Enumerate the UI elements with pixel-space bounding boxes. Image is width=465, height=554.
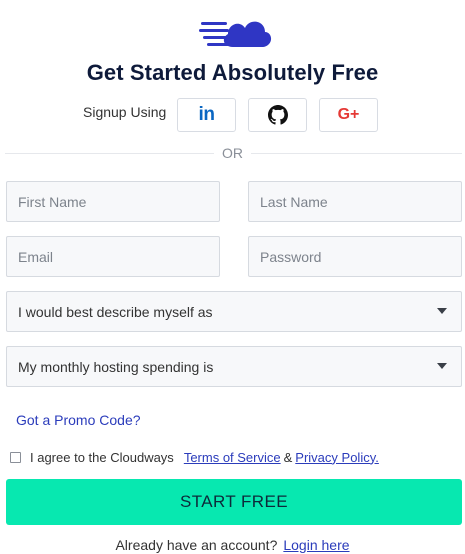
terms-agreement-row: I agree to the Cloudways Terms of Servic… xyxy=(10,449,379,465)
email-field[interactable] xyxy=(6,236,220,277)
caret-down-icon xyxy=(437,363,447,369)
github-signup-button[interactable] xyxy=(248,98,307,132)
github-icon xyxy=(267,105,288,125)
or-divider: OR xyxy=(0,145,465,161)
hosting-spending-select[interactable]: My monthly hosting spending is xyxy=(6,346,462,387)
privacy-policy-link[interactable]: Privacy Policy. xyxy=(295,450,379,465)
login-prompt: Already have an account? Login here xyxy=(0,537,465,553)
or-label: OR xyxy=(214,145,251,161)
cloudways-logo xyxy=(199,10,273,54)
start-free-button[interactable]: START FREE xyxy=(6,479,462,525)
social-signup-row: Signup Using in G+ xyxy=(0,96,465,136)
agree-text: I agree to the Cloudways xyxy=(30,449,174,465)
password-field[interactable] xyxy=(248,236,462,277)
terms-of-service-link[interactable]: Terms of Service xyxy=(184,450,281,465)
linkedin-signup-button[interactable]: in xyxy=(177,98,236,132)
agree-checkbox[interactable] xyxy=(10,451,21,463)
first-name-field[interactable] xyxy=(6,181,220,222)
cloud-speed-icon xyxy=(199,21,272,47)
linkedin-icon: in xyxy=(198,104,215,125)
login-link[interactable]: Login here xyxy=(283,537,349,553)
page-title: Get Started Absolutely Free xyxy=(86,60,379,85)
last-name-field[interactable] xyxy=(248,181,462,222)
google-plus-icon: G+ xyxy=(337,106,360,123)
signup-label: Signup Using xyxy=(83,104,167,120)
google-plus-signup-button[interactable]: G+ xyxy=(319,98,378,132)
promo-code-link[interactable]: Got a Promo Code? xyxy=(16,412,141,428)
describe-yourself-select[interactable]: I would best describe myself as xyxy=(6,291,462,332)
spending-select-value: My monthly hosting spending is xyxy=(18,359,214,375)
ampersand-text: & xyxy=(283,449,293,465)
describe-select-value: I would best describe myself as xyxy=(18,304,213,320)
login-prompt-text: Already have an account? xyxy=(115,537,278,553)
caret-down-icon xyxy=(437,308,447,314)
